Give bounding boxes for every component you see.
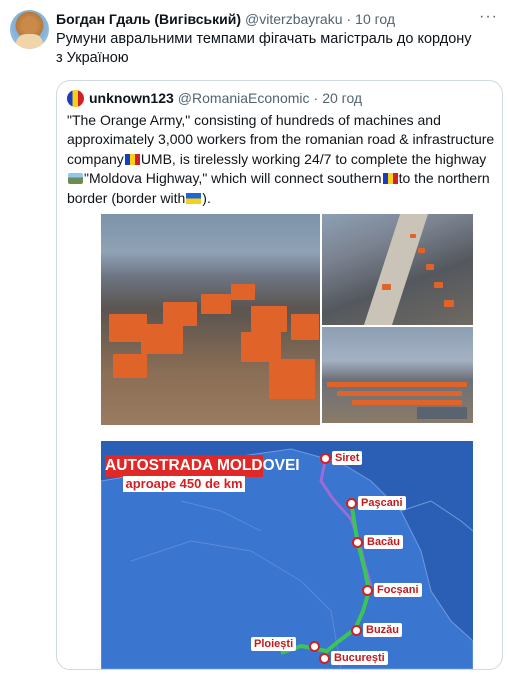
truck-image [241, 332, 281, 362]
avatar-face [22, 16, 37, 34]
truck-image [291, 314, 319, 340]
city-label-bucuresti: București [331, 651, 388, 665]
truck-image [410, 234, 416, 238]
city-label-focsani: Focșani [374, 583, 422, 597]
more-options-icon[interactable]: ··· [479, 8, 498, 26]
truck-row [352, 400, 462, 405]
photo-aerial-highway[interactable] [322, 214, 473, 325]
car-row [417, 407, 467, 419]
truck-image [418, 248, 425, 253]
romania-flag-icon [124, 153, 140, 165]
tweet-text: Румуни авральними темпами фігачать магіс… [56, 31, 472, 66]
photo-parked-fleet[interactable] [322, 327, 473, 423]
map-banner-title: AUTOSTRADA MOLDOVEI [105, 455, 300, 477]
truck-row [327, 382, 467, 387]
romania-flag-icon [382, 173, 398, 185]
city-pin-pascani [346, 498, 357, 509]
truck-image [251, 306, 287, 332]
author-avatar[interactable] [10, 10, 49, 49]
city-label-ploiesti: Ploiești [251, 637, 297, 651]
city-pin-buzau [351, 625, 362, 636]
tweet-time[interactable]: 10 год [355, 11, 395, 27]
author-name[interactable]: Богдан Гдаль (Вигівський) [56, 11, 241, 27]
quoted-tweet[interactable]: unknown123 @RomaniaEconomic · 20 год "Th… [56, 80, 503, 670]
map-banner: AUTOSTRADA MOLDOVEI aproape 450 de km [105, 455, 300, 493]
truck-image [444, 300, 454, 307]
motorway-icon [68, 173, 83, 185]
quote-text-part-2: UMB, is tirelessly working 24/7 to compl… [140, 150, 487, 167]
map-banner-subtitle: aproape 450 de km [123, 476, 245, 492]
city-pin-bucuresti [319, 653, 330, 664]
city-pin-siret [320, 453, 331, 464]
author-handle[interactable]: @viterzbayraku [245, 11, 342, 27]
quote-text-part-3: "Moldova Highway," which will connect so… [84, 170, 382, 187]
city-label-siret: Siret [332, 451, 363, 465]
truck-image [231, 284, 255, 300]
quote-author-avatar[interactable] [67, 89, 84, 107]
truck-row [337, 391, 462, 396]
quote-author-handle[interactable]: @RomaniaEconomic [178, 90, 310, 106]
truck-image [141, 324, 183, 354]
quote-text: "The Orange Army," consisting of hundred… [67, 111, 497, 208]
truck-image [269, 359, 315, 399]
quote-header: unknown123 @RomaniaEconomic · 20 год [67, 89, 362, 107]
quote-author-name[interactable]: unknown123 [89, 90, 174, 106]
truck-image [113, 354, 147, 378]
tweet[interactable]: Богдан Гдаль (Вигівський) @viterzbayraku… [0, 0, 510, 674]
quote-header-separator: · [313, 90, 319, 106]
photo-trucks-dusk[interactable] [101, 214, 320, 425]
quote-time[interactable]: 20 год [322, 90, 362, 106]
truck-image [201, 294, 231, 314]
tweet-header: Богдан Гдаль (Вигівський) @viterzbayraku… [56, 10, 395, 28]
avatar-body [16, 34, 43, 49]
route-map[interactable]: AUTOSTRADA MOLDOVEI aproape 450 de km Si… [101, 441, 473, 669]
quote-text-part-5: ). [202, 189, 211, 206]
city-pin-ploiesti [309, 641, 320, 652]
truck-image [163, 302, 197, 326]
truck-image [434, 282, 443, 288]
truck-image [382, 284, 391, 290]
city-label-pascani: Paşcani [358, 496, 406, 510]
city-label-bacau: Bacău [364, 535, 404, 549]
ukraine-flag-icon [186, 192, 202, 204]
truck-image [426, 264, 434, 270]
city-label-buzau: Buzău [363, 623, 402, 637]
highway-strip [363, 214, 429, 325]
city-pin-bacau [352, 537, 363, 548]
city-pin-focsani [362, 585, 373, 596]
header-separator: · [346, 11, 352, 27]
